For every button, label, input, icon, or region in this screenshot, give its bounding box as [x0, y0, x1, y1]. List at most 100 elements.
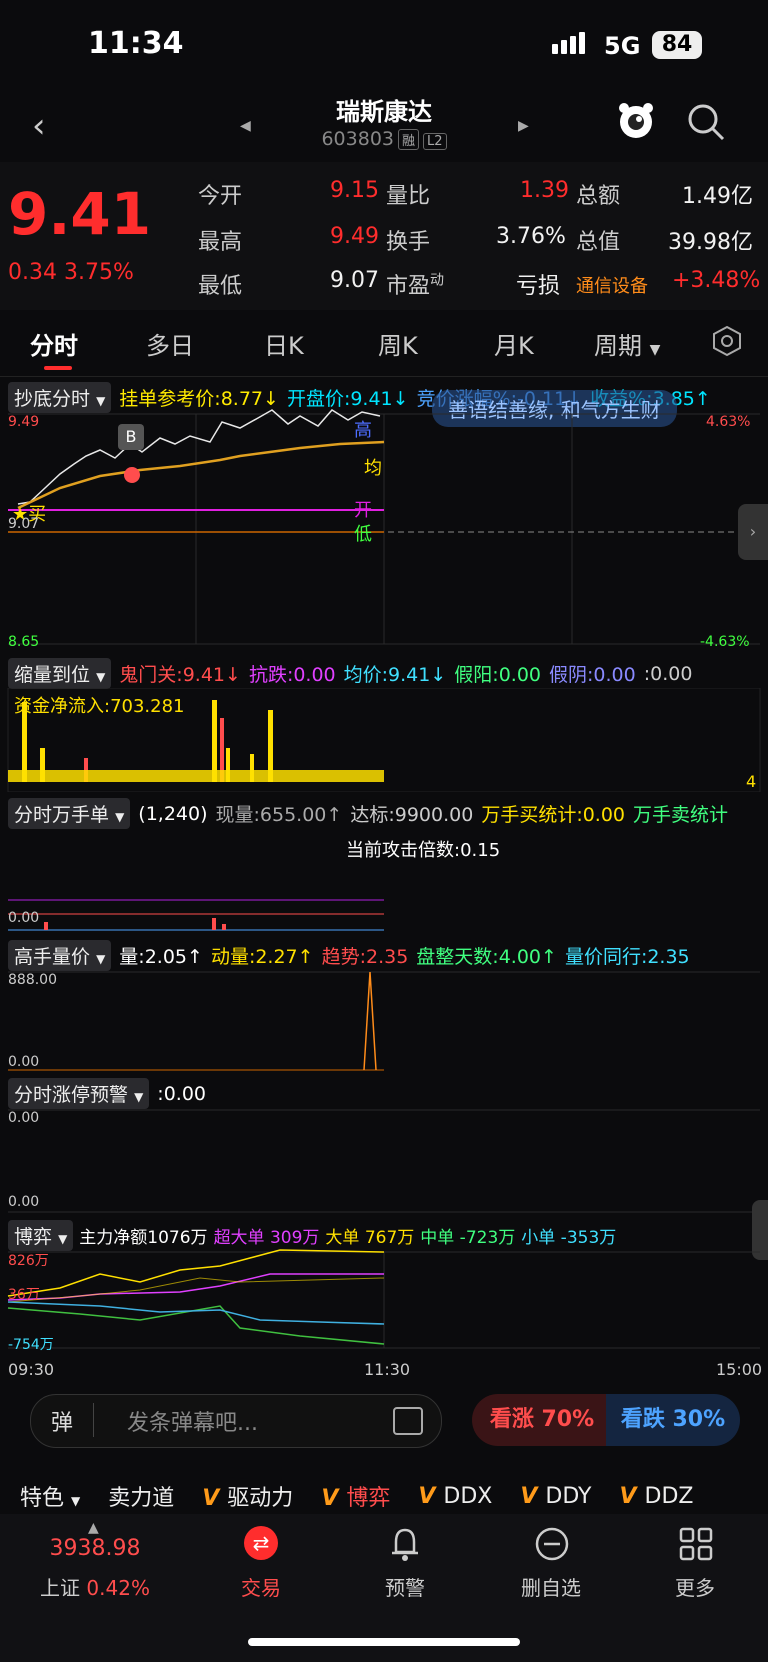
danmu-input[interactable]: 发条弹幕吧... — [127, 1405, 258, 1437]
tab-monthly-k[interactable]: 月K — [494, 326, 534, 361]
p4-y-bot: 0.00 — [8, 1054, 40, 1070]
panel2-name: 缩量到位 — [14, 664, 91, 686]
p3-y: 0.00 — [8, 910, 40, 926]
settings-hex-icon[interactable] — [710, 324, 744, 362]
amount-value: 1.49亿 — [682, 184, 753, 209]
feature-game-label: 博弈 — [346, 1486, 391, 1511]
open-label: 今开 — [198, 184, 243, 209]
tab-multiday[interactable]: 多日 — [146, 326, 194, 361]
pe-label: 市盈动 — [386, 268, 444, 300]
fund-flow: 资金净流入:703.281 — [14, 696, 185, 717]
tab-weekly-k[interactable]: 周K — [378, 326, 418, 361]
index-row[interactable]: 上证 0.42% — [40, 1572, 150, 1601]
side-expand-handle[interactable]: › — [738, 504, 768, 560]
index-value[interactable]: 3938.98 — [40, 1536, 150, 1561]
turnover-label: 换手 — [386, 230, 431, 255]
p3-i1: (1,240) — [138, 802, 208, 825]
p6-i2: 超大单 309万 — [213, 1228, 320, 1248]
next-stock-icon[interactable]: ▶ — [518, 118, 529, 134]
battery-icon: 84 — [652, 31, 702, 59]
panel2-indicators: 缩量到位 ▼ 鬼门关:9.41↓ 抗跌:0.00 均价:9.41↓ 假阳:0.0… — [8, 658, 692, 689]
divider — [93, 1403, 94, 1437]
stock-code: 603803 — [321, 128, 394, 150]
feature-selector[interactable]: 特色 ▼ — [20, 1480, 80, 1512]
panel3-indicators: 分时万手单 ▼ (1,240) 现量:655.00↑ 达标:9900.00 万手… — [8, 798, 728, 829]
p2-i5: 假阴:0.00 — [549, 664, 636, 686]
feature-ddz[interactable]: V DDZ — [620, 1484, 694, 1509]
pe-value: 亏损 — [516, 274, 561, 299]
nav-alert[interactable]: 预警 — [350, 1572, 460, 1601]
margin-tag: 融 — [398, 129, 420, 150]
x-end: 15:00 — [716, 1360, 763, 1379]
pe-sup: 动 — [430, 272, 445, 289]
change-value: 0.34 — [8, 260, 57, 285]
nav-more[interactable]: 更多 — [640, 1572, 750, 1601]
feature-ddx[interactable]: V DDX — [418, 1484, 492, 1509]
volume-ratio-value: 1.39 — [520, 178, 569, 203]
p6-y-mid: 36万 — [8, 1287, 40, 1303]
panel6-name: 博弈 — [14, 1226, 53, 1248]
danmu-bar[interactable]: 弹 发条弹幕吧... — [30, 1394, 442, 1448]
buy-marker-b[interactable]: B — [118, 424, 144, 450]
panel3-selector[interactable]: 分时万手单 ▼ — [8, 798, 131, 829]
home-indicator[interactable] — [248, 1638, 520, 1646]
feature-game[interactable]: V 博弈 — [321, 1480, 390, 1512]
panel4-name: 高手量价 — [14, 946, 91, 968]
sector-name[interactable]: 通信设备 — [576, 272, 648, 298]
tab-period[interactable]: 周期 ▼ — [594, 326, 660, 361]
mascot-icon[interactable] — [616, 100, 656, 144]
more-grid-icon[interactable] — [678, 1526, 714, 1566]
panel5-selector[interactable]: 分时涨停预警 ▼ — [8, 1078, 150, 1109]
bearish-vote[interactable]: 看跌 30% — [606, 1394, 740, 1446]
label-high: 高 — [354, 420, 372, 441]
feature-drive-label: 驱动力 — [227, 1486, 294, 1511]
panel6-selector[interactable]: 博弈 ▼ — [8, 1220, 74, 1251]
tab-daily-k[interactable]: 日K — [264, 326, 304, 361]
x-start: 09:30 — [8, 1360, 55, 1379]
p4-i5: 量价同行:2.35 — [564, 946, 690, 968]
remove-watchlist-icon[interactable] — [534, 1526, 570, 1566]
bell-icon[interactable] — [388, 1526, 422, 1566]
danmu-toggle-icon[interactable]: 弹 — [51, 1405, 73, 1437]
panel2-selector[interactable]: 缩量到位 ▼ — [8, 658, 112, 689]
trade-icon[interactable]: ⇄ — [244, 1526, 278, 1560]
p3-i3: 达标:9900.00 — [350, 804, 474, 826]
volume-ratio-label: 量比 — [386, 184, 431, 209]
feature-ddy[interactable]: V DDY — [520, 1484, 591, 1509]
clock: 11:34 — [88, 26, 184, 61]
high-label: 最高 — [198, 230, 243, 255]
open-value: 9.15 — [330, 178, 379, 203]
tab-intraday[interactable]: 分时 — [30, 326, 78, 361]
tab-period-label: 周期 — [594, 332, 642, 360]
feature-drive[interactable]: V 驱动力 — [202, 1480, 293, 1512]
v-icon: V — [520, 1483, 538, 1509]
danmu-settings-icon[interactable] — [393, 1407, 423, 1435]
nav-remove[interactable]: 删自选 — [496, 1572, 606, 1601]
panel4-selector[interactable]: 高手量价 ▼ — [8, 940, 112, 971]
v-icon: V — [619, 1483, 637, 1509]
high-value: 9.49 — [330, 224, 379, 249]
series-mid — [7, 1305, 385, 1345]
search-icon[interactable] — [686, 102, 726, 146]
panel1-name: 抄底分时 — [14, 388, 91, 410]
bullish-vote[interactable]: 看涨 70% — [472, 1394, 612, 1446]
nav-trade[interactable]: 交易 — [206, 1572, 316, 1601]
network-type: 5G — [604, 32, 641, 60]
x-mid: 11:30 — [364, 1360, 411, 1379]
p3-i5: 万手卖统计 — [633, 804, 729, 826]
feature-label: 特色 — [20, 1486, 65, 1511]
feature-ddz-label: DDZ — [644, 1483, 694, 1509]
feature-sell-force[interactable]: 卖力道 — [108, 1480, 174, 1512]
level2-tag: L2 — [423, 133, 447, 150]
chevron-down-icon: ▼ — [71, 1494, 81, 1508]
pct-top: 4.63% — [706, 414, 751, 430]
p2-i6: :0.00 — [643, 662, 693, 685]
p2-i2: 抗跌:0.00 — [248, 664, 336, 686]
p6-i5: 小单 -353万 — [521, 1228, 617, 1248]
v-icon: V — [202, 1486, 220, 1511]
big-order-chart — [8, 899, 384, 931]
p6-i1: 主力净额1076万 — [79, 1228, 208, 1248]
pe-label-text: 市盈 — [386, 274, 431, 299]
p4-y-top: 888.00 — [8, 972, 57, 988]
intraday-price-chart — [8, 409, 760, 645]
